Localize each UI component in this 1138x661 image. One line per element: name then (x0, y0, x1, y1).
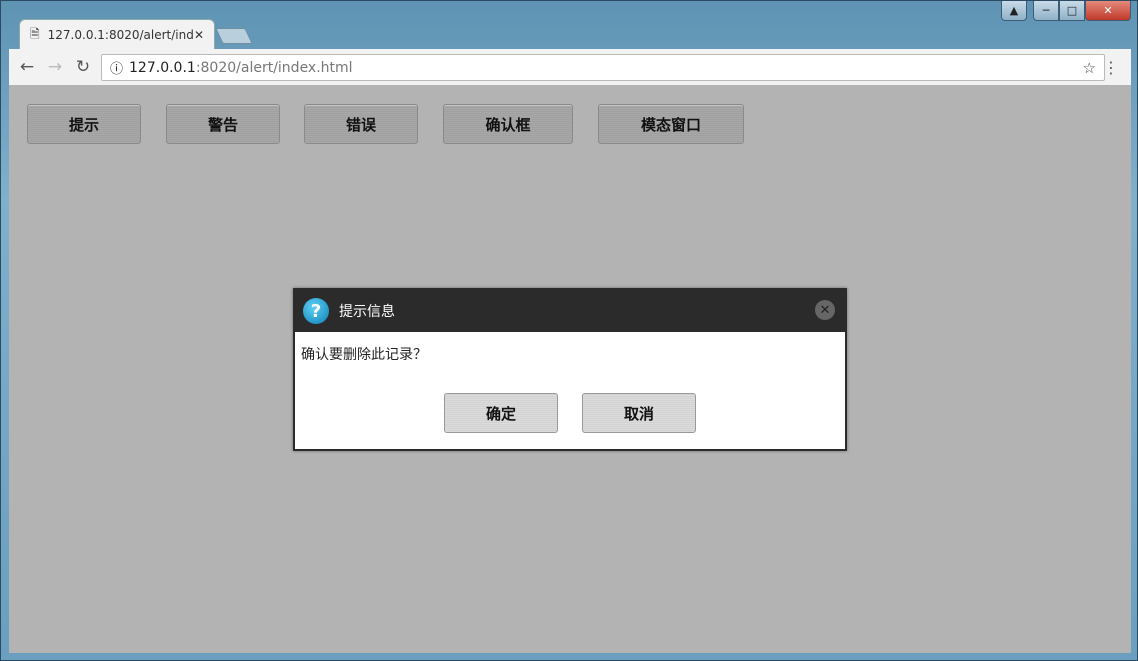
ok-button[interactable]: 确定 (444, 393, 558, 433)
dialog-title: 提示信息 (339, 304, 395, 320)
page-icon: 🗎 (30, 26, 40, 41)
info-icon: ⓘ (110, 62, 124, 77)
confirm-dialog: ? 提示信息 ✕ 确认要删除此记录？ 确定 取消 (293, 288, 847, 451)
minimize-button[interactable]: ─ (1033, 1, 1059, 21)
close-tab-icon[interactable]: ✕ (194, 28, 204, 42)
reload-icon[interactable]: ↻ (69, 57, 97, 77)
forward-icon[interactable]: → (41, 57, 69, 77)
url-path: :8020/alert/index.html (195, 59, 353, 76)
page-content: 提示 警告 错误 确认框 模态窗口 ? 提示信息 ✕ 确认要删除此记录？ 确定 … (9, 85, 1131, 653)
bookmark-star-icon[interactable]: ☆ (1083, 59, 1096, 77)
confirm-button[interactable]: 确认框 (443, 104, 573, 144)
browser-window: ▲ ─ □ ✕ 🗎 127.0.0.1:8020/alert/index.htm… (0, 0, 1138, 661)
new-tab-button[interactable] (215, 28, 253, 44)
alert-button[interactable]: 提示 (27, 104, 141, 144)
question-icon: ? (303, 298, 329, 324)
tab-title: 127.0.0.1:8020/alert/index.html (47, 28, 194, 42)
modal-button[interactable]: 模态窗口 (598, 104, 744, 144)
address-bar[interactable]: ⓘ 127.0.0.1:8020/alert/index.html ☆ (101, 54, 1105, 81)
dialog-message: 确认要删除此记录？ (301, 347, 427, 363)
maximize-button[interactable]: □ (1059, 1, 1085, 21)
user-button[interactable]: ▲ (1001, 1, 1027, 21)
cancel-button[interactable]: 取消 (582, 393, 696, 433)
url-host: 127.0.0.1 (129, 59, 196, 76)
browser-tab[interactable]: 🗎 127.0.0.1:8020/alert/index.html ✕ (19, 19, 215, 50)
close-window-button[interactable]: ✕ (1085, 1, 1131, 21)
toolbar: ← → ↻ ⓘ 127.0.0.1:8020/alert/index.html … (9, 49, 1131, 85)
warning-button[interactable]: 警告 (166, 104, 280, 144)
close-dialog-icon[interactable]: ✕ (815, 300, 835, 320)
dialog-header: ? 提示信息 ✕ (295, 290, 845, 332)
back-icon[interactable]: ← (13, 57, 41, 77)
menu-icon[interactable]: ⋮ (1103, 58, 1119, 77)
error-button[interactable]: 错误 (304, 104, 418, 144)
